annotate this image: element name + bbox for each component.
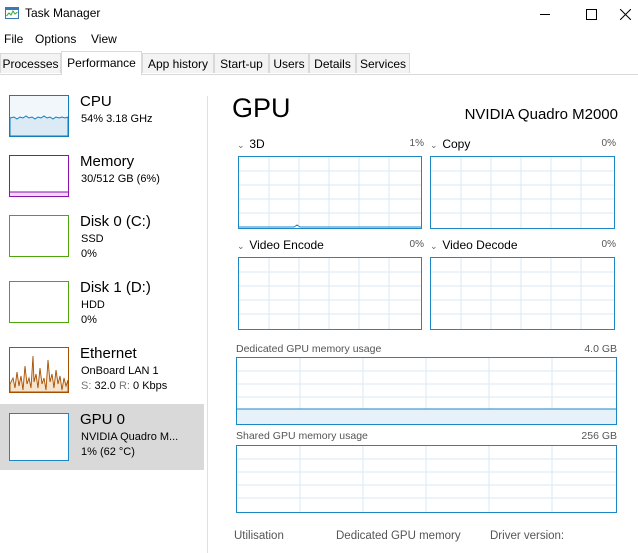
sidebar-item-detail: OnBoard LAN 1 — [81, 365, 159, 377]
stat-driver-version-label: Driver version: — [490, 530, 565, 542]
menu-file[interactable]: File — [4, 32, 23, 46]
ethernet-thumbnail-graph — [9, 347, 69, 393]
chevron-down-icon: ⌄ — [430, 241, 438, 251]
tab-services[interactable]: Services — [356, 53, 410, 73]
shared-memory-max: 256 GB — [581, 430, 617, 442]
send-value: 32.0 — [94, 380, 116, 392]
stat-utilisation-label: Utilisation — [234, 530, 284, 542]
sidebar-item-title: Disk 0 (C:) — [80, 213, 151, 230]
tab-bar: Processes Performance App history Start-… — [0, 51, 638, 75]
graph-3d — [238, 156, 422, 229]
sidebar-item-gpu-0[interactable]: GPU 0 NVIDIA Quadro M... 1% (62 °C) — [0, 404, 204, 470]
chevron-down-icon: ⌄ — [430, 140, 438, 150]
sidebar-item-title: Ethernet — [80, 345, 137, 362]
minimize-icon — [540, 14, 550, 15]
engine-percent: 0% — [601, 239, 616, 250]
graph-copy — [430, 156, 615, 229]
receive-value: 0 Kbps — [133, 380, 168, 392]
window-title: Task Manager — [25, 6, 101, 20]
gpu-0-thumbnail-graph — [9, 413, 69, 461]
engine-percent: 0% — [409, 239, 424, 250]
engine-selector-video-encode[interactable]: ⌄ Video Encode — [237, 238, 324, 252]
menu-view[interactable]: View — [91, 32, 117, 46]
sidebar-item-title: Disk 1 (D:) — [80, 279, 151, 296]
disk-1-thumbnail-graph — [9, 281, 69, 323]
tab-performance[interactable]: Performance — [61, 51, 142, 75]
receive-label: R: — [118, 380, 130, 392]
sidebar-item-detail: NVIDIA Quadro M... — [81, 431, 179, 443]
engine-percent: 0% — [601, 138, 616, 149]
sidebar-divider — [207, 96, 208, 553]
tab-users[interactable]: Users — [269, 53, 309, 73]
dedicated-memory-max: 4.0 GB — [584, 343, 617, 355]
sidebar-item-title: GPU 0 — [80, 411, 126, 428]
memory-thumbnail-graph — [9, 155, 69, 197]
ethernet-throughput: S: 32.0 R: 0 Kbps — [81, 380, 167, 392]
engine-selector-copy[interactable]: ⌄ Copy — [430, 137, 470, 151]
cpu-thumbnail-graph — [9, 95, 69, 137]
graph-grid — [237, 446, 616, 512]
sidebar-item-detail-2: 0% — [81, 314, 97, 326]
sidebar-item-detail: SSD — [81, 233, 104, 245]
graph-grid — [431, 157, 614, 228]
graph-grid — [431, 258, 614, 329]
page-title: GPU — [232, 93, 291, 123]
sidebar-item-detail-2: 1% (62 °C) — [81, 446, 135, 458]
sidebar-item-disk-1[interactable]: Disk 1 (D:) HDD 0% — [0, 272, 204, 338]
shared-memory-label: Shared GPU memory usage — [236, 430, 368, 442]
send-label: S: — [81, 380, 92, 392]
tab-app-history[interactable]: App history — [142, 53, 214, 73]
engine-selector-3d[interactable]: ⌄ 3D — [237, 137, 265, 151]
chevron-down-icon: ⌄ — [237, 241, 245, 251]
close-icon — [619, 8, 631, 20]
tab-start-up[interactable]: Start-up — [214, 53, 269, 73]
graph-grid — [239, 258, 421, 329]
graph-grid — [237, 358, 616, 424]
sidebar-item-disk-0[interactable]: Disk 0 (C:) SSD 0% — [0, 206, 204, 272]
sidebar-item-cpu[interactable]: CPU 54% 3.18 GHz — [0, 86, 204, 152]
engine-percent: 1% — [409, 138, 424, 149]
minimize-button[interactable] — [522, 0, 568, 28]
graph-dedicated-memory — [236, 357, 617, 425]
gpu-model-name: NVIDIA Quadro M2000 — [464, 106, 618, 123]
disk-0-thumbnail-graph — [9, 215, 69, 257]
sidebar-item-detail-2: 0% — [81, 248, 97, 260]
maximize-button[interactable] — [568, 0, 614, 28]
engine-label: Copy — [442, 137, 471, 151]
tab-details[interactable]: Details — [309, 53, 356, 73]
sidebar-item-title: Memory — [80, 153, 135, 170]
engine-selector-video-decode[interactable]: ⌄ Video Decode — [430, 238, 518, 252]
graph-video-decode — [430, 257, 615, 330]
menu-options[interactable]: Options — [35, 32, 76, 46]
sidebar-item-detail: 30/512 GB (6%) — [81, 173, 160, 185]
graph-video-encode — [238, 257, 422, 330]
engine-label: Video Encode — [249, 238, 324, 252]
graph-shared-memory — [236, 445, 617, 513]
engine-label: Video Decode — [442, 238, 518, 252]
stat-dedicated-memory-label: Dedicated GPU memory — [336, 530, 461, 542]
sidebar-item-memory[interactable]: Memory 30/512 GB (6%) — [0, 146, 204, 212]
task-manager-app-icon — [5, 7, 19, 19]
sidebar-item-ethernet[interactable]: Ethernet OnBoard LAN 1 S: 32.0 R: 0 Kbps — [0, 338, 204, 404]
engine-label: 3D — [249, 137, 265, 151]
sidebar-item-title: CPU — [80, 93, 112, 110]
maximize-icon — [585, 8, 597, 20]
tab-processes[interactable]: Processes — [0, 53, 61, 73]
sidebar-item-detail: HDD — [81, 299, 105, 311]
graph-grid — [239, 157, 421, 228]
close-button[interactable] — [612, 0, 638, 28]
title-bar: Task Manager — [0, 0, 638, 28]
dedicated-memory-label: Dedicated GPU memory usage — [236, 343, 382, 355]
sidebar-item-detail: 54% 3.18 GHz — [81, 113, 153, 125]
chevron-down-icon: ⌄ — [237, 140, 245, 150]
